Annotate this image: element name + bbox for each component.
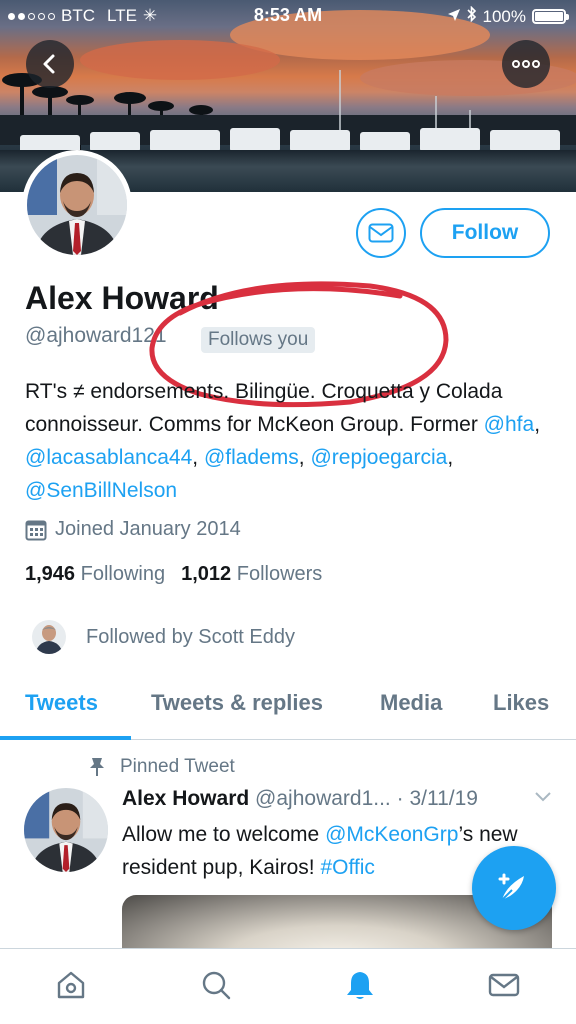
tweet-author-name[interactable]: Alex Howard — [122, 787, 249, 810]
mention-link[interactable]: @SenBillNelson — [25, 479, 177, 502]
status-bar: BTC LTE ✳ 8:53 AM 100% — [0, 0, 576, 32]
chevron-down-icon — [535, 792, 551, 802]
following-count: 1,946 — [25, 563, 76, 585]
more-options-button[interactable] — [502, 40, 550, 88]
mention-link[interactable]: @fladems — [204, 446, 299, 469]
tab-tweets-replies[interactable]: Tweets & replies — [151, 690, 323, 716]
tweet-author-avatar[interactable] — [24, 788, 108, 872]
pinned-label-text: Pinned Tweet — [120, 756, 235, 777]
follower-avatar-photo — [32, 620, 66, 654]
follower-avatar — [32, 620, 66, 654]
active-tab-indicator — [0, 736, 131, 740]
tab-media[interactable]: Media — [380, 690, 442, 716]
nav-notifications[interactable] — [344, 969, 376, 1006]
back-arrow-icon — [43, 54, 55, 74]
follow-button[interactable]: Follow — [420, 208, 550, 258]
location-arrow-icon — [447, 7, 461, 27]
profile-avatar[interactable] — [22, 150, 132, 260]
pinned-tweet-label: Pinned Tweet — [88, 756, 235, 778]
battery-percent: 100% — [482, 6, 526, 26]
tweet-text-part: Allow me to welcome — [122, 823, 326, 846]
calendar-icon — [25, 520, 47, 540]
following-stat[interactable]: 1,946 Following — [25, 563, 165, 586]
profile-bio: RT's ≠ endorsements. Bilingüe. Croquetta… — [25, 375, 545, 507]
joined-label: Joined January 2014 — [55, 518, 241, 540]
bio-separator: , — [298, 446, 311, 469]
bio-separator: , — [534, 413, 541, 436]
pin-icon — [90, 758, 104, 776]
message-button[interactable] — [356, 208, 406, 258]
joined-date: Joined January 2014 — [25, 518, 241, 541]
tab-likes[interactable]: Likes — [493, 690, 549, 716]
followers-count: 1,012 — [181, 563, 232, 585]
tweet-options-button[interactable] — [534, 790, 552, 808]
followed-by-row[interactable]: Followed by Scott Eddy — [32, 620, 295, 654]
envelope-icon — [368, 223, 394, 243]
nav-search[interactable] — [200, 969, 232, 1006]
bio-separator: , — [447, 446, 454, 469]
tab-tweets[interactable]: Tweets — [25, 690, 98, 716]
bio-text: RT's ≠ endorsements. Bilingüe. Croquetta… — [25, 380, 503, 436]
nav-messages[interactable] — [488, 969, 520, 1006]
nav-home[interactable] — [55, 969, 87, 1006]
compose-tweet-icon — [498, 873, 524, 901]
bell-icon — [347, 972, 373, 999]
tweet-hashtag-link[interactable]: #Offic — [320, 856, 374, 879]
mention-link[interactable]: @lacasablanca44 — [25, 446, 192, 469]
tweet-date: · 3/11/19 — [396, 787, 478, 810]
bluetooth-icon — [466, 5, 477, 27]
bottom-tab-bar — [0, 948, 576, 1024]
status-right: 100% — [447, 5, 569, 27]
avatar-photo — [27, 155, 127, 255]
tweet-author-handle[interactable]: @ajhoward1... — [255, 787, 391, 810]
profile-tabs: Tweets Tweets & replies Media Likes — [0, 680, 576, 740]
tweet-mention-link[interactable]: @McKeonGrp — [325, 823, 458, 846]
following-label: Following — [80, 563, 166, 585]
followed-by-label: Followed by Scott Eddy — [86, 625, 295, 648]
battery-icon — [532, 9, 569, 24]
mention-link[interactable]: @repjoegarcia — [310, 446, 447, 469]
compose-tweet-button[interactable] — [472, 846, 556, 930]
followers-stat[interactable]: 1,012 Followers — [181, 563, 322, 586]
tweet-avatar-photo — [24, 788, 108, 872]
home-icon — [57, 971, 85, 999]
followers-label: Followers — [236, 563, 323, 585]
back-button[interactable] — [26, 40, 74, 88]
search-icon — [202, 971, 231, 1000]
tweet-header: Alex Howard @ajhoward1... · 3/11/19 — [122, 787, 478, 811]
more-dots-icon — [512, 60, 540, 68]
mail-icon — [488, 973, 520, 997]
bio-separator: , — [192, 446, 204, 469]
mention-link[interactable]: @hfa — [484, 413, 535, 436]
follow-stats: 1,946 Following 1,012 Followers — [25, 563, 322, 586]
